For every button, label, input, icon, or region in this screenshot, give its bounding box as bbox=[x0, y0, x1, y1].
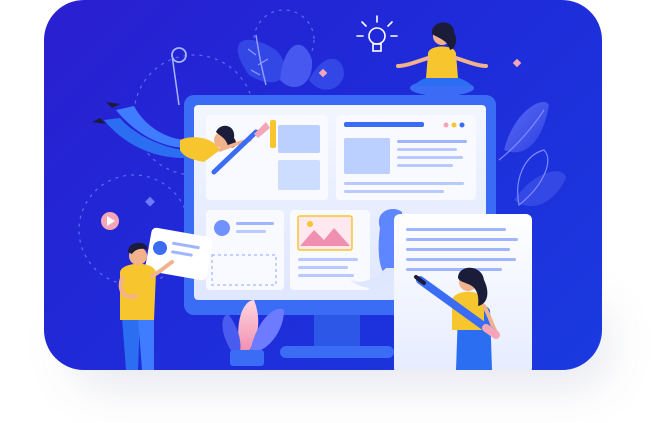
decorative-leaves-top bbox=[237, 34, 344, 90]
sparkle bbox=[145, 196, 155, 207]
image-icon bbox=[297, 215, 353, 251]
illustration-canvas bbox=[78, 9, 566, 370]
play-icon bbox=[101, 212, 119, 230]
monitor-stand-base bbox=[280, 346, 394, 358]
sparkle bbox=[512, 58, 522, 68]
hero-illustration-card bbox=[44, 0, 602, 370]
lightbulb-icon bbox=[356, 15, 398, 52]
hook-decoration bbox=[171, 47, 187, 106]
meditating-woman-figure bbox=[396, 22, 488, 96]
decorative-leaves-right bbox=[498, 102, 566, 207]
